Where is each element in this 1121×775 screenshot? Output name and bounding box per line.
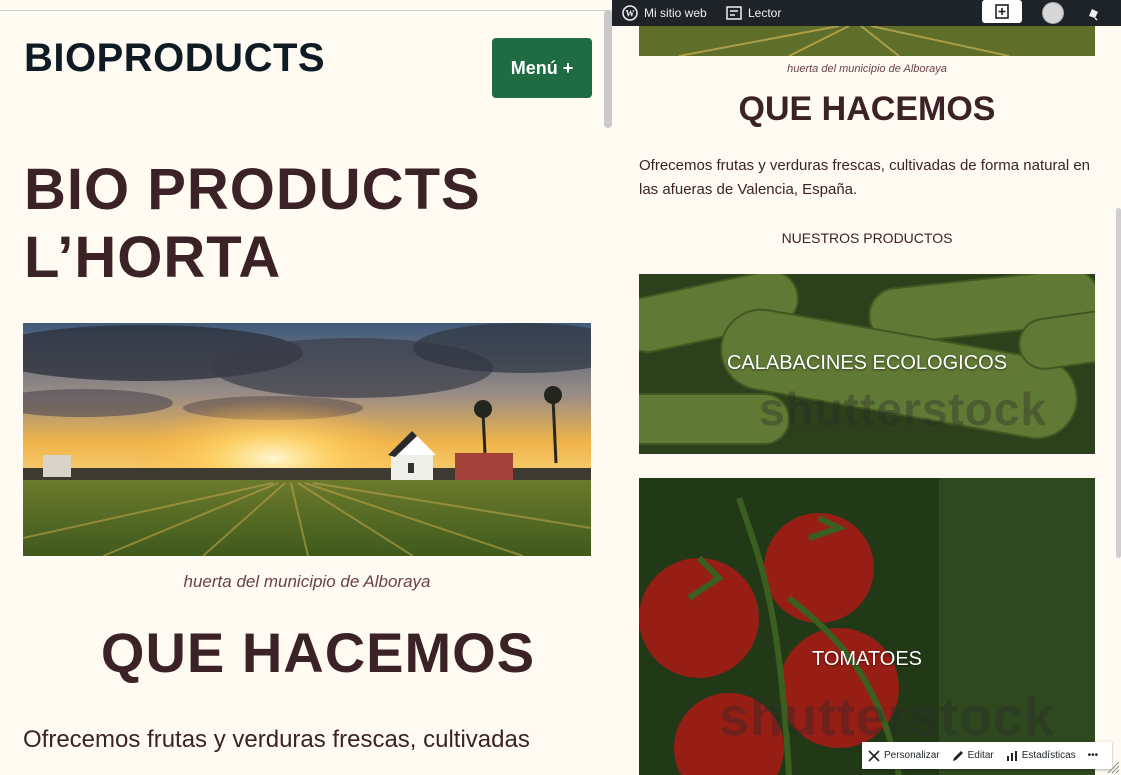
- farm-sunset-image: [23, 323, 591, 556]
- menu-button[interactable]: Menú +: [492, 38, 592, 98]
- products-heading: NUESTROS PRODUCTOS: [781, 230, 953, 246]
- customize-label: Personalizar: [884, 750, 940, 761]
- product-label: TOMATOES: [811, 648, 923, 670]
- tools-icon: [868, 749, 880, 762]
- watermark: shutterstock: [759, 383, 1048, 435]
- farm-image-cropped: [639, 26, 1095, 56]
- admin-bar: W Mi sitio web Lector: [612, 0, 1121, 26]
- hero-title: BIO PRODUCTS L’HORTA: [24, 156, 584, 292]
- admin-site-link[interactable]: W Mi sitio web: [622, 0, 707, 26]
- product-card-tomatoes[interactable]: TOMATOES shutterstock: [639, 478, 1095, 775]
- edit-label: Editar: [967, 750, 994, 761]
- avatar[interactable]: [1042, 2, 1064, 24]
- reader-icon: [726, 6, 742, 20]
- stats-label: Estadísticas: [1021, 750, 1076, 761]
- hero-title-line1: BIO PRODUCTS: [24, 157, 481, 222]
- image-caption-small: huerta del municipio de Alboraya: [787, 63, 947, 75]
- new-post-icon: [995, 4, 1009, 19]
- edit-button[interactable]: Editar: [946, 750, 1000, 762]
- hero-title-line2: L’HORTA: [24, 225, 282, 290]
- admin-site-label: Mi sitio web: [644, 6, 707, 20]
- section-heading-small: QUE HACEMOS: [738, 90, 996, 128]
- pencil-icon: [952, 750, 963, 761]
- scrollbar-right[interactable]: [1116, 208, 1121, 558]
- image-caption: huerta del municipio de Alboraya: [183, 572, 431, 591]
- product-card-zucchini[interactable]: CALABACINES ECOLOGICOS shutterstock: [639, 274, 1095, 454]
- customize-button[interactable]: Personalizar: [862, 749, 946, 762]
- new-post-button[interactable]: [982, 0, 1022, 23]
- more-button[interactable]: •••: [1082, 750, 1105, 761]
- scrollbar[interactable]: [604, 10, 612, 128]
- resize-grip-icon[interactable]: [1104, 758, 1120, 774]
- more-icon: •••: [1087, 750, 1099, 761]
- admin-reader-link[interactable]: Lector: [726, 0, 781, 26]
- svg-text:W: W: [626, 9, 635, 19]
- watermark: shutterstock: [719, 687, 1056, 747]
- right-pane: huerta del municipio de Alboraya QUE HAC…: [612, 26, 1121, 775]
- top-divider: [0, 0, 612, 11]
- bar-chart-icon: [1006, 750, 1017, 761]
- edit-toolbar: Personalizar Editar Estadísticas •••: [862, 742, 1112, 769]
- wordpress-icon: W: [622, 5, 638, 21]
- section-paragraph: Ofrecemos frutas y verduras frescas, cul…: [23, 726, 530, 753]
- admin-reader-label: Lector: [748, 6, 782, 20]
- left-pane: BIOPRODUCTS Menú + BIO PRODUCTS L’HORTA: [0, 0, 612, 775]
- bell-icon: [1089, 9, 1098, 21]
- notifications-button[interactable]: [1086, 0, 1102, 26]
- product-label: CALABACINES ECOLOGICOS: [726, 352, 1008, 374]
- stats-button[interactable]: Estadísticas: [1000, 750, 1082, 762]
- section-heading: QUE HACEMOS: [100, 621, 536, 684]
- site-title[interactable]: BIOPRODUCTS: [24, 36, 325, 81]
- section-paragraph-small: Ofrecemos frutas y verduras frescas, cul…: [639, 157, 1091, 198]
